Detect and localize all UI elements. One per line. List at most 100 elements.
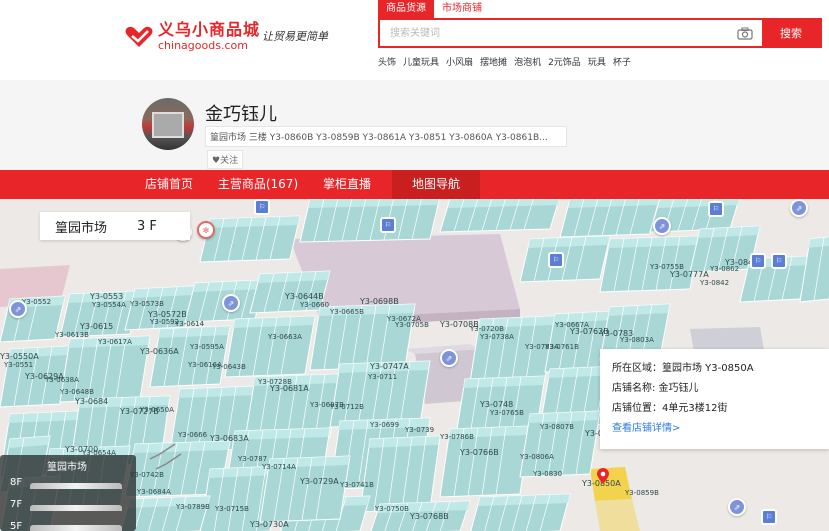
market-name: 篁园市场 [55,220,108,236]
stall-label: Y3-0738A [479,333,514,341]
nav-map[interactable]: 地图导航 [392,170,480,199]
shop-info-card: 所在区域：篁园市场 Y3-0850A 店铺名称: 金巧钰儿 店铺位置：4单元3楼… [600,349,829,449]
stall-label: Y3-0613B [54,331,89,339]
stall-label: Y3-0699 [369,421,399,429]
stall-label: Y3-0550A [0,352,39,361]
stall-label: Y3-0666 [177,431,208,439]
escalator-poi-icon[interactable]: ⇗ [653,217,671,235]
escalator-poi-icon[interactable]: ⇗ [222,294,240,312]
floor-selector-title: 篁园市场 [47,462,87,473]
hotword[interactable]: 玩具 [588,55,606,68]
restroom-icon[interactable]: ⚐ [761,509,777,525]
stall-label: Y3-0663A [267,333,302,341]
search-box: 搜索 [378,18,822,48]
hotword[interactable]: 泡泡机 [514,55,541,68]
restroom-icon[interactable]: ⚐ [750,253,766,269]
stall-label: Y3-0803A [619,336,654,344]
stall-label: Y3-0553 [89,292,123,301]
search-tabs: 商品货源 市场商铺 [378,0,822,18]
logo-english: chinagoods.com [158,39,248,52]
search-button[interactable]: 搜索 [762,20,820,46]
site-logo[interactable]: 义乌小商品城 chinagoods.com [124,22,260,51]
hotword[interactable]: 头饰 [378,55,396,68]
hotword[interactable]: 儿童玩具 [403,55,439,68]
tab-products[interactable]: 商品货源 [378,0,434,18]
stall-label: Y3-0705B [394,321,429,329]
stall-label: Y3-0712B [329,403,364,411]
stall-label: Y3-0698B [359,297,399,306]
stall-label: Y3-0681A [269,384,309,393]
site-header: 义乌小商品城 chinagoods.com 让贸易更简单 商品货源 市场商铺 搜… [0,0,829,80]
stall-label: Y3-0768B [409,512,449,521]
restroom-icon[interactable]: ⚐ [380,217,396,233]
stall-label: Y3-0739 [404,426,434,434]
shop-address: 篁园市场 三楼 Y3-0860B Y3-0859B Y3-0861A Y3-08… [205,126,567,147]
stall-label: Y3-0615 [79,322,113,331]
hotword[interactable]: 摆地摊 [480,55,507,68]
stall-label: Y3-0643B [211,363,246,371]
floor-option-7f[interactable]: 7F [10,499,22,510]
stall-label: Y3-0595A [189,343,224,351]
shop-avatar [142,98,194,150]
follow-button[interactable]: ♥关注 [207,150,244,169]
stall-label: Y3-0660 [299,301,329,309]
stall-label: Y3-0730A [249,520,289,529]
stall-label: Y3-0551 [3,361,33,369]
shop-detail-link[interactable]: 查看店铺详情> [612,419,817,439]
restroom-icon[interactable]: ⚐ [708,201,724,217]
info-region: 所在区域：篁园市场 Y3-0850A [612,363,754,374]
stall-label: Y3-0859B [624,489,659,497]
stall-label: Y3-0806A [519,453,554,461]
stall-label: Y3-0842 [699,279,729,287]
info-shop-name: 店铺名称: 金巧钰儿 [612,383,699,394]
floor-map[interactable]: Y3-0550A Y3-0551 Y3-0552 Y3-0553 Y3-0554A Y3-… [0,199,829,531]
escalator-poi-icon[interactable]: ⇗ [9,300,27,318]
stall-label: Y3-0683A [209,434,249,443]
logo-heart-icon [124,26,154,48]
stall-label: Y3-0684A [136,488,171,496]
stall-label: Y3-0787 [237,455,267,463]
hotword[interactable]: 2元饰品 [548,55,581,68]
floor-option-8f[interactable]: 8F [10,477,22,488]
escalator-poi-icon[interactable]: ⇗ [440,349,458,367]
camera-icon[interactable] [728,20,762,46]
nav-live[interactable]: 掌柜直播 [314,170,380,199]
restroom-icon[interactable]: ⚐ [548,252,564,268]
search-area: 商品货源 市场商铺 搜索 头饰 儿童玩具 小风扇 摆地摊 泡泡机 2元饰品 玩具… [378,0,822,68]
stall-label: Y3-0636A [139,347,179,356]
floor-shape[interactable] [30,505,122,511]
stall-label: Y3-0638A [44,376,79,384]
fan-icon[interactable]: ✻ [197,221,215,239]
stall-label: Y3-0617A [97,338,132,346]
stall-label: Y3-0750B [374,505,409,513]
stall-label: Y3-0747A [369,362,409,371]
market-floor-label: 篁园市场 3 F [40,212,190,240]
search-input[interactable] [380,20,728,46]
stall-label: Y3-0714A [261,463,296,471]
restroom-icon[interactable]: ⚐ [771,253,787,269]
restroom-icon[interactable]: ⚐ [254,199,270,215]
nav-main-products[interactable]: 主营商品(167) [212,170,304,199]
stall-label: Y3-0786B [439,433,474,441]
stall-label: Y3-0741B [339,481,374,489]
stall-label: Y3-0554A [91,301,126,309]
hotword[interactable]: 小风扇 [446,55,473,68]
slogan: 让贸易更简单 [262,30,328,43]
nav-shop-home[interactable]: 店铺首页 [138,170,200,199]
stall-label: Y3-0777A [669,270,709,279]
stall-label: Y3-0650A [139,406,174,414]
escalator-poi-icon[interactable]: ⇗ [728,498,746,516]
floor-option-5f[interactable]: 5F [10,521,22,531]
stall-label: Y3-0729A [299,477,339,486]
stall-label: Y3-0765B [489,409,524,417]
floor-shape[interactable] [30,525,122,531]
stall-label: Y3-0648B [59,388,94,396]
escalator-poi-icon[interactable]: ⇗ [790,199,808,217]
stall-label: Y3-0614 [174,320,205,328]
floor-shape[interactable] [30,483,122,489]
stall-label: Y3-0715B [214,505,249,513]
hotword[interactable]: 杯子 [613,55,631,68]
tab-market-shops[interactable]: 市场商铺 [434,0,490,18]
stall-label: Y3-0766B [459,448,499,457]
stall-label: Y3-0789B [175,503,210,511]
